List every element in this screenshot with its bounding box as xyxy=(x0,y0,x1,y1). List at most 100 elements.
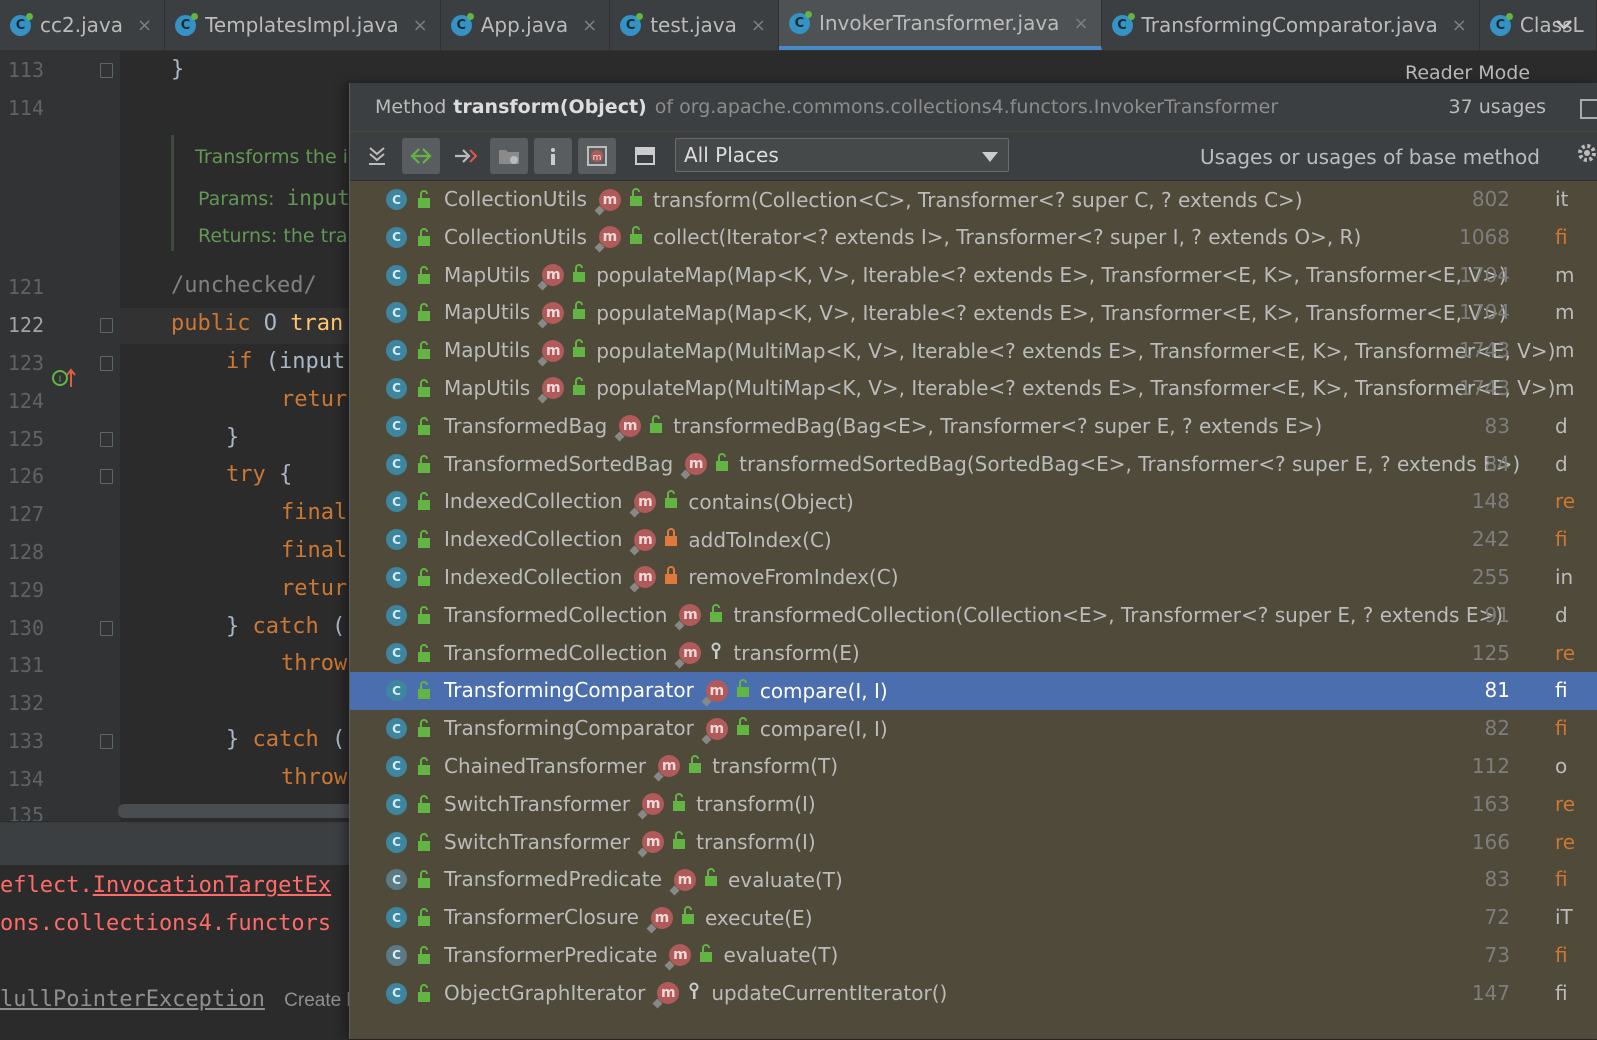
usage-row[interactable]: C IndexedCollection m addToIndex(C) 242 fi xyxy=(350,521,1597,559)
close-icon[interactable]: × xyxy=(413,15,428,36)
usage-row[interactable]: C TransformedCollection m transformedCollec… xyxy=(350,597,1597,635)
code-line: } catch ( xyxy=(226,614,345,639)
navigate-arrow-icon[interactable] xyxy=(446,138,484,174)
info-icon[interactable] xyxy=(534,138,572,174)
public-access-icon xyxy=(417,907,431,932)
console-toolbar xyxy=(0,823,360,865)
close-icon[interactable]: × xyxy=(751,15,766,36)
close-icon[interactable]: × xyxy=(1073,13,1088,34)
usage-row[interactable]: C SwitchTransformer m transform(I) 163 re xyxy=(350,786,1597,824)
usage-row[interactable]: C IndexedCollection m removeFromIndex(C) 255… xyxy=(350,559,1597,597)
usage-method-cell: m populateMap(Map<K, V>, Iterable<? exten… xyxy=(542,263,1507,288)
usage-row[interactable]: C CollectionUtils m transform(Collection<C>… xyxy=(350,181,1597,219)
usage-row[interactable]: C ObjectGraphIterator m updateCurrentIterat… xyxy=(350,975,1597,1013)
public-access-icon xyxy=(649,414,663,439)
usage-row[interactable]: C MapUtils m populateMap(Map<K, V>, Iterabl… xyxy=(350,257,1597,295)
usage-line-number: 147 xyxy=(1471,980,1510,1005)
usage-row[interactable]: C ChainedTransformer m transform(T) 112 o xyxy=(350,748,1597,786)
close-icon[interactable]: × xyxy=(582,15,597,36)
usage-method-signature: compare(I, I) xyxy=(759,678,888,703)
chevron-down-icon[interactable] xyxy=(1555,12,1573,36)
tab-item[interactable]: C TemplatesImpl.java × xyxy=(165,0,441,50)
fold-marker[interactable] xyxy=(100,734,113,749)
keyword: catch xyxy=(252,727,319,752)
public-access-icon xyxy=(417,680,431,705)
code-editor[interactable]: 113 114 121 122 123 124 125 126 127 128 … xyxy=(0,51,360,821)
close-icon[interactable]: × xyxy=(1452,15,1467,36)
usage-class-name: MapUtils xyxy=(444,262,531,287)
public-access-icon xyxy=(417,983,431,1008)
fold-marker[interactable] xyxy=(100,432,113,447)
usage-code-preview: fi xyxy=(1555,942,1568,967)
tab-item[interactable]: C App.java × xyxy=(441,0,611,50)
group-by-usage-type-icon[interactable] xyxy=(402,138,440,174)
method-icon: m xyxy=(642,831,665,854)
group-by-package-icon[interactable] xyxy=(490,138,528,174)
class-icon: C xyxy=(386,453,407,475)
method-filter-icon[interactable]: m xyxy=(578,138,616,174)
tab-item[interactable]: Ctest.java × xyxy=(610,0,779,50)
implementation-marker-icon[interactable]: I xyxy=(52,367,78,393)
public-access-icon xyxy=(417,718,431,743)
class-icon: C xyxy=(386,831,407,853)
usage-row[interactable]: C TransformedBag m transformedBag(Bag<E>, T… xyxy=(350,408,1597,446)
usage-method-cell: m evaluate(T) xyxy=(669,943,838,968)
usage-row[interactable]: C TransformedPredicate m evaluate(T) 83 fi xyxy=(350,861,1597,899)
code-line: retur xyxy=(281,387,348,412)
scope-dropdown[interactable]: All Places xyxy=(675,138,1009,172)
fold-marker[interactable] xyxy=(100,63,113,78)
usage-method-signature: populateMap(Map<K, V>, Iterable<? extend… xyxy=(596,300,1507,325)
exception-link[interactable]: lullPointerException xyxy=(0,987,265,1012)
usage-row[interactable]: C SwitchTransformer m transform(I) 166 re xyxy=(350,824,1597,862)
method-name: tran xyxy=(290,311,344,336)
usage-method-cell: m execute(E) xyxy=(650,905,813,930)
usage-row[interactable]: C TransformerClosure m execute(E) 72 iT xyxy=(350,899,1597,937)
close-icon[interactable]: × xyxy=(137,15,152,36)
usage-row[interactable]: C IndexedCollection m contains(Object) 148 re xyxy=(350,483,1597,521)
protected-access-icon xyxy=(709,641,723,666)
public-access-icon xyxy=(572,263,586,288)
usage-line-number: 1743 xyxy=(1459,338,1510,363)
usage-row[interactable]: C TransformedSortedBag m transformedSortedB… xyxy=(350,446,1597,484)
usage-method-signature: transformedBag(Bag<E>, Transformer<? sup… xyxy=(673,414,1323,439)
svg-text:m: m xyxy=(593,153,602,163)
usage-method-cell: m transformedCollection(Collection<E>, Tr… xyxy=(679,603,1503,628)
usage-row[interactable]: C CollectionUtils m collect(Iterator<? exte… xyxy=(350,219,1597,257)
merge-usages-icon[interactable] xyxy=(358,138,396,174)
fold-marker[interactable] xyxy=(100,469,113,484)
public-access-icon xyxy=(417,832,431,857)
tab-item[interactable]: C TransformingComparator.java × xyxy=(1102,0,1480,50)
usage-row[interactable]: C TransformingComparator m compare(I, I) 82 f… xyxy=(350,710,1597,748)
exception-link[interactable]: InvocationTargetEx xyxy=(93,873,331,898)
svg-text:I: I xyxy=(59,375,62,385)
usage-method-cell: m transform(E) xyxy=(679,641,860,666)
usage-row[interactable]: C TransformedCollection m transform(E) 125 re xyxy=(350,635,1597,673)
usage-row[interactable]: C MapUtils m populateMap(MultiMap<K, V>, It… xyxy=(350,370,1597,408)
gear-icon[interactable] xyxy=(1576,142,1597,170)
usage-method-signature: addToIndex(C) xyxy=(688,527,832,552)
class-icon: C xyxy=(386,377,407,399)
method-icon: m xyxy=(705,717,728,740)
fold-marker[interactable] xyxy=(100,356,113,371)
tab-item[interactable]: C InvokerTransformer.java × xyxy=(778,0,1102,50)
usage-row[interactable]: C MapUtils m populateMap(MultiMap<K, V>, It… xyxy=(350,332,1597,370)
usage-row[interactable]: C TransformerPredicate m evaluate(T) 73 fi xyxy=(350,937,1597,975)
fold-marker[interactable] xyxy=(100,621,113,636)
horizontal-scrollbar[interactable] xyxy=(118,804,360,818)
public-access-icon xyxy=(664,489,678,514)
reader-mode-button[interactable]: Reader Mode xyxy=(1405,62,1530,84)
usage-row[interactable]: C TransformingComparator m compare(I, I) 81 f… xyxy=(350,672,1597,711)
keyword: public xyxy=(171,311,251,336)
usage-line-number: 255 xyxy=(1471,564,1510,589)
public-access-icon xyxy=(688,754,702,779)
tab-item[interactable]: C ClassL xyxy=(1480,0,1597,50)
code-text: ( xyxy=(318,614,346,639)
open-in-find-window-icon[interactable] xyxy=(1580,99,1597,119)
usage-row[interactable]: C MapUtils m populateMap(Map<K, V>, Iterabl… xyxy=(350,294,1597,332)
tab-item[interactable]: Ccc2.java × xyxy=(0,0,166,50)
line-number: 135 xyxy=(7,803,44,821)
preview-icon[interactable] xyxy=(626,138,664,174)
fold-marker[interactable] xyxy=(100,318,113,333)
doc-returns: Returns: the tra xyxy=(198,225,348,247)
usage-method-cell: m addToIndex(C) xyxy=(634,527,832,552)
